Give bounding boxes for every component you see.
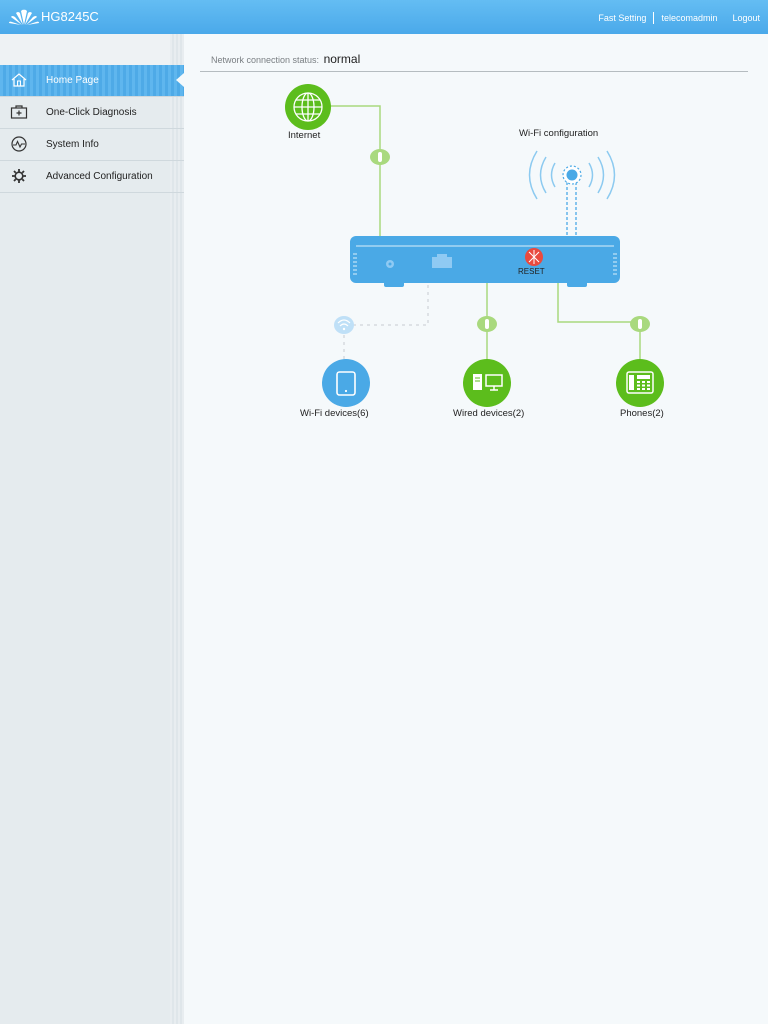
reset-button[interactable]	[525, 248, 543, 266]
wired-devices-label[interactable]: Wired devices(2)	[453, 408, 524, 419]
connector-marker-wired	[477, 316, 497, 332]
internet-label[interactable]: Internet	[288, 130, 320, 141]
network-topology-diagram	[285, 84, 664, 407]
phones-telephone-icon[interactable]	[616, 359, 664, 407]
wired-devices-pc-icon[interactable]	[463, 359, 511, 407]
wifi-devices-label[interactable]: Wi-Fi devices(6)	[300, 408, 369, 419]
connector-marker-phones	[630, 316, 650, 332]
reset-label: RESET	[518, 267, 545, 276]
wifi-configuration-label[interactable]: Wi-Fi configuration	[519, 128, 598, 139]
router-icon	[350, 236, 620, 287]
wifi-antenna-icon[interactable]	[528, 150, 616, 200]
connector-marker-internet	[370, 149, 390, 165]
wifi-signal-marker-icon	[334, 316, 354, 334]
internet-globe-icon[interactable]	[285, 84, 331, 130]
phones-label[interactable]: Phones(2)	[620, 408, 664, 419]
wifi-devices-tablet-icon[interactable]	[322, 359, 370, 407]
